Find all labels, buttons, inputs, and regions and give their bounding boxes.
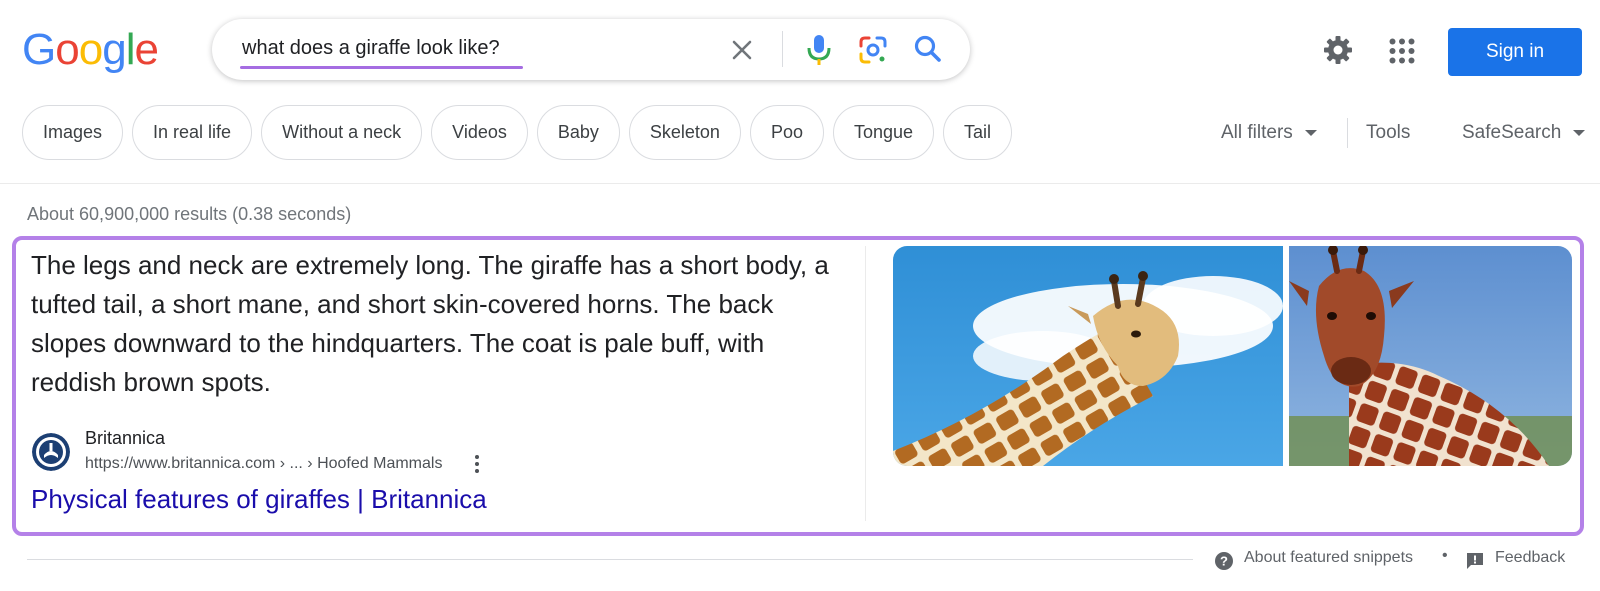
britannica-favicon[interactable] bbox=[32, 433, 70, 471]
chip-in-real-life[interactable]: In real life bbox=[132, 105, 253, 160]
giraffe-image-2[interactable] bbox=[1289, 246, 1572, 466]
safesearch-dropdown[interactable]: SafeSearch bbox=[1462, 105, 1586, 160]
feedback-link[interactable]: Feedback bbox=[1495, 549, 1565, 567]
sign-in-button[interactable]: Sign in bbox=[1448, 28, 1582, 76]
result-stats: About 60,900,000 results (0.38 seconds) bbox=[27, 204, 352, 224]
apps-icon[interactable] bbox=[1389, 38, 1415, 64]
logo-letter: G bbox=[22, 25, 56, 74]
snippet-text: The legs and neck are extremely long. Th… bbox=[31, 250, 829, 397]
chip-baby[interactable]: Baby bbox=[536, 105, 620, 160]
header-divider bbox=[0, 183, 1600, 184]
chevron-down-icon bbox=[1573, 129, 1586, 136]
source-url[interactable]: https://www.britannica.com › ... › Hoofe… bbox=[85, 455, 442, 473]
logo-letter: l bbox=[125, 25, 136, 74]
chip-tail[interactable]: Tail bbox=[943, 105, 1013, 160]
logo-letter: e bbox=[134, 25, 159, 74]
britannica-logo-icon bbox=[32, 433, 70, 471]
result-title-link[interactable]: Physical features of giraffes | Britanni… bbox=[31, 484, 487, 515]
close-icon[interactable] bbox=[728, 36, 756, 64]
help-icon[interactable]: ? bbox=[1214, 551, 1234, 571]
all-filters-label: All filters bbox=[1221, 122, 1293, 143]
footer-separator: • bbox=[1442, 547, 1448, 564]
all-filters-dropdown[interactable]: All filters bbox=[1221, 105, 1317, 160]
logo-letter: o bbox=[78, 25, 104, 74]
chip-videos[interactable]: Videos bbox=[431, 105, 528, 160]
footer-divider bbox=[27, 559, 1193, 560]
chip-without-a-neck[interactable]: Without a neck bbox=[261, 105, 423, 160]
svg-text:?: ? bbox=[1220, 554, 1228, 569]
chip-skeleton[interactable]: Skeleton bbox=[628, 105, 741, 160]
featured-snippet: The legs and neck are extremely long. Th… bbox=[12, 236, 1584, 536]
chevron-down-icon bbox=[1304, 129, 1317, 136]
logo-letter: g bbox=[102, 25, 127, 74]
filters-divider bbox=[1347, 118, 1348, 148]
logo-letter: o bbox=[55, 25, 80, 74]
giraffe-image-1[interactable] bbox=[893, 246, 1283, 466]
google-logo[interactable]: Google bbox=[22, 25, 159, 74]
tools-button[interactable]: Tools bbox=[1366, 105, 1410, 160]
lens-icon[interactable] bbox=[857, 34, 889, 66]
search-icon[interactable] bbox=[912, 33, 944, 65]
search-divider bbox=[782, 31, 783, 67]
feedback-icon[interactable] bbox=[1465, 551, 1485, 571]
chip-images[interactable]: Images bbox=[22, 105, 124, 160]
chip-tongue[interactable]: Tongue bbox=[832, 105, 935, 160]
search-underline-highlight bbox=[240, 66, 523, 69]
source-name[interactable]: Britannica bbox=[85, 428, 165, 449]
chip-poo[interactable]: Poo bbox=[749, 105, 824, 160]
safesearch-label: SafeSearch bbox=[1462, 122, 1562, 143]
snippet-divider bbox=[865, 246, 866, 521]
search-box[interactable]: what does a giraffe look like? bbox=[212, 19, 970, 80]
mic-icon[interactable] bbox=[804, 33, 834, 67]
about-featured-snippets-link[interactable]: About featured snippets bbox=[1244, 549, 1413, 567]
more-vert-icon[interactable] bbox=[472, 453, 482, 475]
gear-icon[interactable] bbox=[1322, 34, 1354, 66]
search-input[interactable]: what does a giraffe look like? bbox=[242, 37, 500, 60]
search-chips: Images In real life Without a neck Video… bbox=[22, 105, 1013, 160]
